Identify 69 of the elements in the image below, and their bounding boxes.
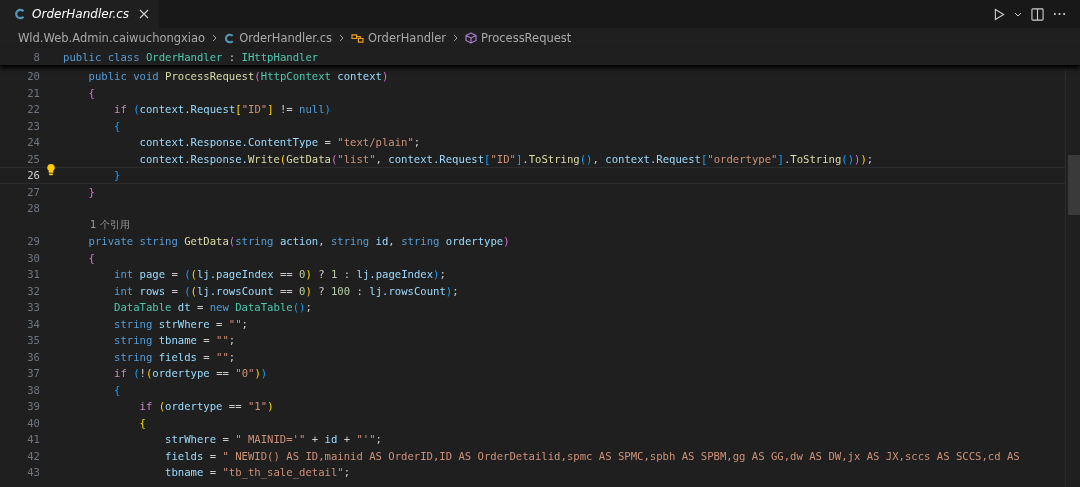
reference-count-link[interactable]: 1 个引用: [63, 217, 130, 232]
cube-icon: [465, 32, 477, 44]
class-icon: [351, 32, 365, 44]
breadcrumb-item[interactable]: OrderHandler: [368, 31, 446, 45]
line-number: 31: [26, 268, 40, 281]
line-number: 20: [26, 70, 40, 83]
code-line: public void ProcessRequest(HttpContext context): [87, 70, 389, 83]
line-number: 32: [26, 284, 40, 297]
code-line: context.Response.ContentType = "text/plain";: [138, 136, 421, 149]
line-number: 34: [26, 317, 40, 330]
breadcrumb-item[interactable]: Wld.Web.Admin.caiwuchongxiao: [18, 31, 206, 45]
code-line: {: [138, 416, 146, 429]
line-number: 41: [26, 433, 40, 446]
play-icon[interactable]: [994, 7, 1005, 21]
editor-tab[interactable]: OrderHandler.cs: [0, 0, 160, 28]
more-icon[interactable]: [1053, 12, 1066, 16]
line-number: 38: [26, 383, 40, 396]
line-number: 39: [26, 400, 40, 413]
chevron-down-icon[interactable]: [1014, 11, 1022, 17]
lightbulb-icon[interactable]: [46, 163, 56, 177]
line-number: 27: [26, 185, 40, 198]
code-line: tbname = "tb_th_sale_detail";: [164, 466, 351, 479]
code-line: if (ordertype == "1"): [138, 400, 274, 413]
line-number: 28: [26, 202, 40, 215]
line-number: 35: [26, 334, 40, 347]
split-editor-icon[interactable]: [1031, 7, 1044, 21]
code-line: {: [113, 119, 121, 132]
code-line: string strWhere = "";: [113, 317, 248, 330]
scrollbar[interactable]: [1065, 65, 1080, 487]
code-line: public class OrderHandler : IHttpHandler: [63, 50, 319, 63]
code-line: string fields = "";: [113, 350, 236, 363]
code-line: DataTable dt = new DataTable();: [113, 301, 312, 314]
line-number: 43: [26, 466, 40, 479]
file-type-icon: [224, 32, 236, 44]
code-line: if (!(ordertype == "0")): [113, 367, 268, 380]
line-number: 8: [32, 50, 40, 63]
line-number: 21: [26, 86, 40, 99]
code-line: private string GetData(string action, string id, string ordertype): [87, 235, 510, 248]
code-line: {: [87, 251, 95, 264]
code-line: string tbname = "";: [113, 334, 236, 347]
code-line: }: [113, 169, 121, 182]
file-type-icon: [14, 8, 26, 20]
line-number: 22: [26, 103, 40, 116]
line-number: 37: [26, 367, 40, 380]
close-icon[interactable]: [139, 9, 150, 19]
chevron-right-icon: [339, 34, 345, 42]
code-line: fields = " NEWID() AS ID,mainid AS OrderID,ID AS OrderDetailid,spmc AS SPMC,spbh AS SPBM,gg AS GG,dw AS DW,jx AS JX,sccs AS SCCS,cd AS: [164, 449, 1020, 462]
chevron-right-icon: [212, 34, 218, 42]
code-line: int rows = ((lj.rowsCount == 0) ? 100 : lj.rowsCount);: [113, 284, 459, 297]
line-number: 40: [26, 416, 40, 429]
code-line: {: [87, 86, 95, 99]
code-line: strWhere = " MAINID='" + id + "'";: [164, 433, 382, 446]
code-line: }: [87, 185, 95, 198]
line-number: 33: [26, 301, 40, 314]
code-line: int page = ((lj.pageIndex == 0) ? 1 : lj.pageIndex);: [113, 268, 446, 281]
breadcrumb-item[interactable]: OrderHandler.cs: [239, 31, 333, 45]
chevron-right-icon: [453, 34, 458, 42]
line-number: 25: [26, 152, 40, 165]
line-number: 24: [26, 136, 40, 149]
line-number: 29: [26, 235, 40, 248]
line-number: 30: [26, 251, 40, 264]
code-line: if (context.Request["ID"] != null): [113, 103, 331, 116]
line-number: 36: [26, 350, 40, 363]
breadcrumb-item[interactable]: ProcessRequest: [481, 31, 572, 45]
code-line: context.Response.Write(GetData("list", context.Request["ID"].ToString(), context.Request["ordertype"].ToString()));: [138, 152, 874, 165]
line-number: 26: [26, 169, 40, 182]
line-number: 42: [26, 449, 40, 462]
line-number: 23: [26, 119, 40, 132]
code-line: {: [113, 383, 121, 396]
